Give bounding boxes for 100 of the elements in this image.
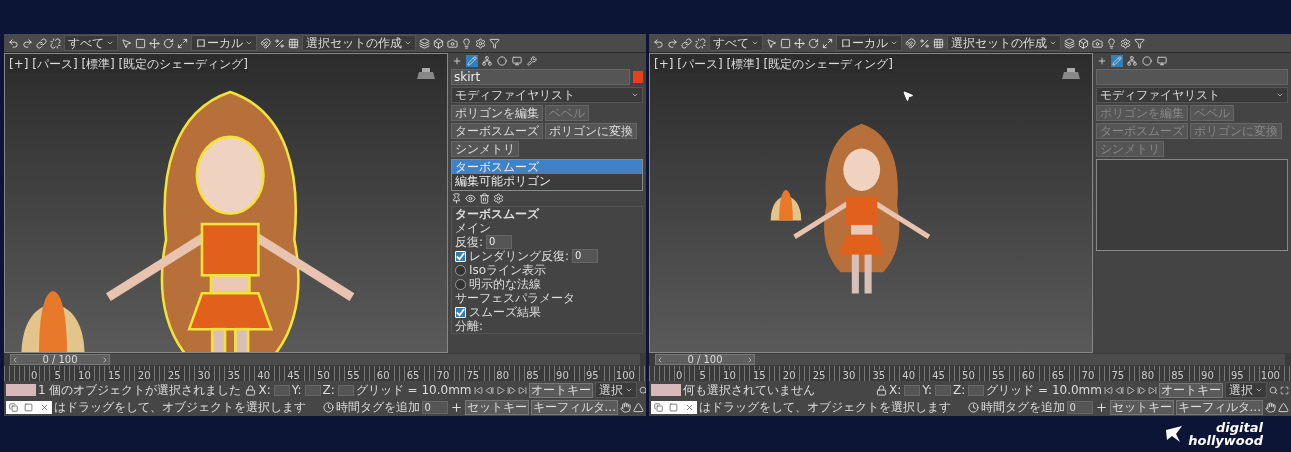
script-listener-field[interactable] [651, 384, 681, 396]
auto-key-button[interactable]: オートキー [528, 382, 593, 398]
modifier-list-dropdown[interactable]: モディファイヤリスト [451, 87, 643, 103]
zoom-icon[interactable] [638, 385, 646, 395]
spinner-field[interactable]: 0 [572, 249, 599, 263]
coordinate-field[interactable] [904, 384, 921, 396]
modifier-button[interactable]: シンメトリ [451, 141, 519, 157]
camera-icon[interactable] [1092, 37, 1103, 49]
viewport-label[interactable]: [+] [パース] [標準] [既定のシェーディング] [9, 56, 248, 73]
settings-icon[interactable] [1120, 37, 1131, 49]
modifier-button[interactable]: ポリゴンを編集 [451, 105, 543, 121]
undo-icon[interactable] [8, 37, 19, 49]
camera-icon[interactable] [447, 37, 458, 49]
coordinate-dropdown[interactable]: ローカル [836, 35, 902, 51]
step-forward-icon[interactable] [1137, 385, 1146, 395]
redo-icon[interactable] [22, 37, 33, 49]
view-cube-icon[interactable] [415, 68, 437, 82]
settings-icon[interactable] [493, 193, 504, 204]
frame-field[interactable]: 0 [1066, 400, 1093, 414]
settings-icon[interactable] [475, 37, 486, 49]
hierarchy-tab[interactable] [1126, 55, 1138, 67]
rollout-title[interactable]: ターボスムーズ [455, 207, 639, 221]
modifier-stack-list[interactable] [1096, 159, 1288, 251]
play-icon[interactable] [495, 385, 505, 395]
plus-icon[interactable] [449, 400, 463, 414]
checkbox[interactable] [455, 306, 466, 318]
maximize-icon[interactable] [24, 402, 34, 412]
coordinate-field[interactable] [968, 384, 985, 396]
modifier-list-dropdown[interactable]: モディファイヤリスト [1096, 87, 1288, 103]
coordinate-field[interactable] [934, 384, 951, 396]
coordinate-field[interactable] [273, 384, 290, 396]
unlink-icon[interactable] [695, 37, 706, 49]
grid-icon[interactable] [933, 37, 944, 49]
percent-icon[interactable] [919, 37, 930, 49]
pin-icon[interactable] [451, 193, 462, 204]
grid-icon[interactable] [288, 37, 299, 49]
previous-frame-icon[interactable] [11, 355, 19, 364]
hierarchy-tab[interactable] [481, 55, 493, 67]
script-listener-field[interactable] [6, 384, 36, 396]
light-icon[interactable] [1106, 37, 1117, 49]
selection-set-dropdown[interactable]: 選択セットの作成 [302, 35, 416, 51]
circle-tab[interactable] [1141, 55, 1153, 67]
rotate-icon[interactable] [163, 37, 174, 49]
coordinate-dropdown[interactable]: ローカル [191, 35, 257, 51]
plus-tab[interactable] [451, 55, 463, 67]
step-forward-icon[interactable] [506, 385, 516, 395]
skip-back-icon[interactable] [473, 385, 483, 395]
next-frame-icon[interactable] [101, 355, 109, 364]
eye-icon[interactable] [465, 193, 476, 204]
viewport[interactable]: [+] [パース] [標準] [既定のシェーディング] [4, 53, 448, 353]
key-filter-button[interactable]: キーフィルタ... [530, 399, 618, 415]
box-icon[interactable] [1078, 37, 1089, 49]
filter-icon[interactable] [489, 37, 500, 49]
time-slider-thumb[interactable]: 0 / 100 [10, 354, 110, 365]
move-icon[interactable] [794, 37, 805, 49]
selection-filter-dropdown[interactable]: すべて [709, 35, 763, 51]
scale-icon[interactable] [177, 37, 188, 49]
step-back-icon[interactable] [484, 385, 494, 395]
skip-forward-icon[interactable] [1148, 385, 1157, 395]
lock-icon[interactable] [245, 384, 257, 396]
track-bar[interactable]: 0 5 10 15 20 25 30 35 40 45 50 55 60 65 70 75 80 85 90 95 100 [4, 366, 646, 381]
percent-icon[interactable] [274, 37, 285, 49]
restore-icon[interactable] [9, 402, 19, 412]
view-cube-icon[interactable] [1060, 68, 1082, 82]
coordinate-field[interactable] [304, 384, 321, 396]
plus-icon[interactable] [1094, 400, 1108, 414]
undo-icon[interactable] [653, 37, 664, 49]
time-tag-label[interactable]: 時間タグを追加 [980, 400, 1065, 414]
coordinate-field[interactable] [337, 384, 354, 396]
box-icon[interactable] [433, 37, 444, 49]
viewport[interactable]: [+] [パース] [標準] [既定のシェーディング] [649, 53, 1093, 353]
set-key-button[interactable]: セットキー [464, 399, 529, 415]
selection-filter-dropdown[interactable]: すべて [64, 35, 118, 51]
scale-icon[interactable] [822, 37, 833, 49]
previous-frame-icon[interactable] [656, 355, 664, 364]
skip-back-icon[interactable] [1104, 385, 1113, 395]
skip-forward-icon[interactable] [517, 385, 527, 395]
close-icon[interactable] [39, 402, 49, 412]
object-color-swatch[interactable] [633, 71, 643, 83]
modifier-stack-list[interactable]: ターボスムーズ 編集可能ポリゴン [451, 159, 643, 191]
wrench-tab[interactable] [526, 55, 538, 67]
redo-icon[interactable] [667, 37, 678, 49]
time-tag-label[interactable]: 時間タグを追加 [335, 400, 420, 414]
triangle-icon[interactable] [1278, 401, 1289, 413]
pointer-icon[interactable] [766, 37, 777, 49]
auto-key-button[interactable]: オートキー [1159, 382, 1223, 398]
unlink-icon[interactable] [50, 37, 61, 49]
select-region-icon[interactable] [780, 37, 791, 49]
monitor-tab[interactable] [1156, 55, 1168, 67]
object-name-field[interactable] [1096, 69, 1288, 85]
plus-tab[interactable] [1096, 55, 1108, 67]
checkbox[interactable] [455, 250, 466, 262]
layers-icon[interactable] [1064, 37, 1075, 49]
snap-icon[interactable] [905, 37, 916, 49]
set-key-button[interactable]: セットキー [1109, 399, 1174, 415]
option-radio[interactable] [455, 278, 466, 290]
select-region-icon[interactable] [135, 37, 146, 49]
play-icon[interactable] [1126, 385, 1135, 395]
pan-icon[interactable] [1265, 401, 1276, 413]
maximize-icon[interactable] [669, 402, 679, 412]
